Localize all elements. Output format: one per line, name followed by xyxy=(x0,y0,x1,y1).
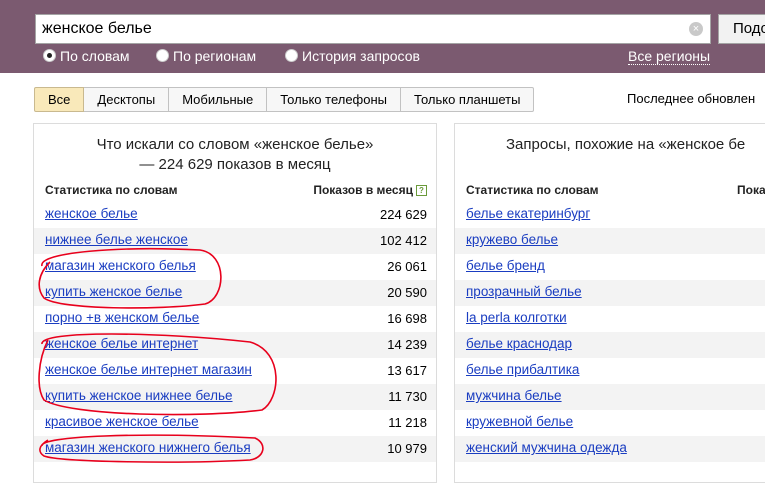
table-row: магазин женского нижнего белья 10 979 xyxy=(34,436,436,462)
shows-count: 14 239 xyxy=(387,337,427,352)
table-row: белье прибалтика xyxy=(455,358,765,384)
table-row: красивое женское белье 11 218 xyxy=(34,410,436,436)
shows-count: 10 979 xyxy=(387,441,427,456)
column-header-words: Статистика по словам xyxy=(45,183,178,197)
query-link[interactable]: белье бренд xyxy=(466,258,545,273)
shows-count: 26 061 xyxy=(387,259,427,274)
table-row: женский мужчина одежда xyxy=(455,436,765,462)
last-update-text: Последнее обновлен xyxy=(627,91,756,106)
search-box[interactable]: × xyxy=(35,14,711,44)
shows-count: 102 412 xyxy=(380,233,427,248)
tab-desktops[interactable]: Десктопы xyxy=(84,87,170,112)
table-row: женское белье 224 629 xyxy=(34,202,436,228)
table-row: нижнее белье женское 102 412 xyxy=(34,228,436,254)
panel-title-text: Что искали со словом «женское белье» — 2… xyxy=(96,136,374,173)
panel-title: Запросы, похожие на «женское бе xyxy=(506,136,746,153)
column-header-words: Статистика по словам xyxy=(466,183,599,197)
table-row: магазин женского белья 26 061 xyxy=(34,254,436,280)
shows-count: 13 617 xyxy=(387,363,427,378)
table-row: прозрачный белье xyxy=(455,280,765,306)
tab-phones-only[interactable]: Только телефоны xyxy=(267,87,402,112)
radio-icon[interactable] xyxy=(285,49,298,62)
query-link[interactable]: магазин женского нижнего белья xyxy=(45,440,251,455)
shows-count: 16 698 xyxy=(387,311,427,326)
word-stats-panel: Что искали со словом «женское белье» — 2… xyxy=(33,123,437,483)
help-icon[interactable]: ? xyxy=(416,185,427,196)
all-regions-link[interactable]: Все регионы xyxy=(628,48,711,65)
table-row: купить женское белье 20 590 xyxy=(34,280,436,306)
table-row: мужчина белье xyxy=(455,384,765,410)
table-row: женское белье интернет магазин 13 617 xyxy=(34,358,436,384)
word-stats-list: женское белье 224 629 нижнее белье женское… xyxy=(34,202,436,462)
device-tabs: Все Десктопы Мобильные Только телефоны Т… xyxy=(34,87,535,112)
table-row: белье бренд xyxy=(455,254,765,280)
table-row: белье екатеринбург xyxy=(455,202,765,228)
query-link[interactable]: женское белье xyxy=(45,206,138,221)
mode-query-history[interactable]: История запросов xyxy=(285,48,420,64)
query-link[interactable]: красивое женское белье xyxy=(45,414,199,429)
radio-icon[interactable] xyxy=(156,49,169,62)
query-link[interactable]: купить женское нижнее белье xyxy=(45,388,233,403)
query-link[interactable]: кружевной белье xyxy=(466,414,573,429)
mode-label: По регионам xyxy=(173,48,257,64)
shows-count: 11 218 xyxy=(388,415,427,430)
tab-all[interactable]: Все xyxy=(34,87,85,112)
similar-queries-panel: Запросы, похожие на «женское бе Статисти… xyxy=(454,123,765,483)
table-row: кружевной белье xyxy=(455,410,765,436)
shows-count: 224 629 xyxy=(380,207,427,222)
column-header-shows-label: Показов в месяц xyxy=(313,183,413,197)
query-link[interactable]: женское белье интернет магазин xyxy=(45,362,252,377)
column-header-shows: Показов в месяц? xyxy=(313,183,427,197)
similar-queries-list: белье екатеринбург кружево белье белье бре… xyxy=(455,202,765,462)
tab-tablets-only[interactable]: Только планшеты xyxy=(401,87,535,112)
clear-icon[interactable]: × xyxy=(689,22,703,36)
tab-mobile[interactable]: Мобильные xyxy=(169,87,268,112)
query-link[interactable]: магазин женского белья xyxy=(45,258,196,273)
query-link[interactable]: прозрачный белье xyxy=(466,284,582,299)
query-link[interactable]: женский мужчина одежда xyxy=(466,440,627,455)
mode-by-words[interactable]: По словам xyxy=(43,48,130,64)
query-link[interactable]: кружево белье xyxy=(466,232,558,247)
table-row: белье краснодар xyxy=(455,332,765,358)
table-row: порно +в женском белье 16 698 xyxy=(34,306,436,332)
query-link[interactable]: женское белье интернет xyxy=(45,336,198,351)
search-header: × Подо По словам По регионам История зап… xyxy=(0,0,765,73)
table-row: кружево белье xyxy=(455,228,765,254)
query-link[interactable]: мужчина белье xyxy=(466,388,562,403)
query-link[interactable]: порно +в женском белье xyxy=(45,310,199,325)
mode-label: История запросов xyxy=(302,48,420,64)
query-link[interactable]: белье краснодар xyxy=(466,336,572,351)
column-header-shows: Показ xyxy=(737,183,765,197)
shows-count: 20 590 xyxy=(387,285,427,300)
table-row: купить женское нижнее белье 11 730 xyxy=(34,384,436,410)
query-link[interactable]: нижнее белье женское xyxy=(45,232,188,247)
shows-count: 11 730 xyxy=(388,389,427,404)
table-row: la perla колготки xyxy=(455,306,765,332)
mode-by-regions[interactable]: По регионам xyxy=(156,48,256,64)
panel-title: Что искали со словом «женское белье» — 2… xyxy=(34,135,436,175)
radio-icon-checked[interactable] xyxy=(43,49,56,62)
query-link[interactable]: белье прибалтика xyxy=(466,362,579,377)
table-row: женское белье интернет 14 239 xyxy=(34,332,436,358)
query-link[interactable]: купить женское белье xyxy=(45,284,182,299)
search-submit-button[interactable]: Подо xyxy=(718,14,765,44)
query-link[interactable]: la perla колготки xyxy=(466,310,567,325)
search-input[interactable] xyxy=(42,19,682,39)
mode-label: По словам xyxy=(60,48,130,64)
query-link[interactable]: белье екатеринбург xyxy=(466,206,590,221)
